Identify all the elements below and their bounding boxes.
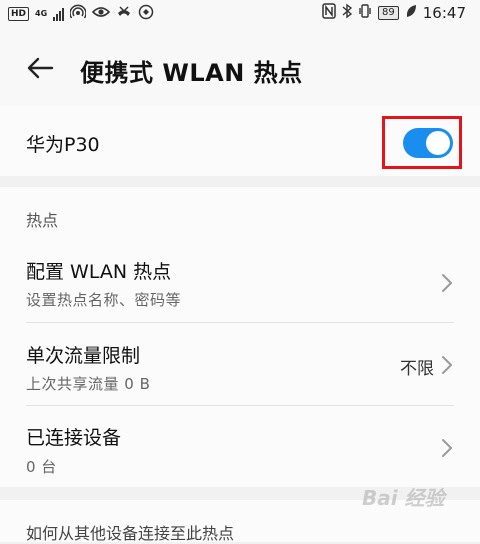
hotspot-toggle[interactable] (403, 128, 453, 158)
leaf-icon (405, 4, 417, 22)
how-to-connect-link[interactable]: 如何从其他设备连接至此热点 (26, 520, 234, 544)
back-arrow-icon[interactable] (26, 56, 54, 80)
status-bar-right: 89 16:47 (322, 3, 466, 23)
data-limit-value: 不限 (400, 359, 434, 379)
hd-badge: HD (8, 7, 30, 21)
clock: 16:47 (422, 4, 466, 22)
vpn-icon (138, 4, 154, 24)
list-item-title: 已连接设备 (26, 427, 122, 449)
nfc-icon (322, 3, 336, 23)
list-item-data-limit[interactable]: 单次流量限制 上次共享流量 0 B 不限 (0, 323, 480, 403)
status-bar: HD 4G 89 16:47 (0, 0, 480, 26)
bluetooth-icon (342, 3, 353, 23)
eye-icon (92, 5, 111, 23)
chevron-right-icon (442, 274, 452, 292)
list-item-connected-devices[interactable]: 已连接设备 0 台 (0, 406, 480, 486)
section-label: 热点 (26, 211, 59, 230)
list-item-subtitle: 上次共享流量 0 B (26, 375, 151, 393)
signal-icon (53, 7, 65, 21)
status-bar-left: HD 4G (8, 4, 154, 24)
list-item-subtitle: 设置热点名称、密码等 (26, 291, 182, 309)
hotspot-status-icon (69, 4, 87, 24)
page-title: 便携式 WLAN 热点 (80, 59, 303, 87)
list-item-title: 单次流量限制 (26, 345, 141, 367)
network-type: 4G (35, 9, 48, 18)
watermark-logo: Bai 经验 (362, 486, 445, 510)
list-item-title: 配置 WLAN 热点 (26, 261, 172, 283)
battery-icon: 89 (378, 6, 399, 20)
chevron-right-icon (442, 356, 452, 374)
list-item-configure-hotspot[interactable]: 配置 WLAN 热点 设置热点名称、密码等 (0, 237, 480, 317)
missed-call-icon (116, 4, 132, 24)
app-header: 便携式 WLAN 热点 (0, 26, 480, 106)
toggle-knob (426, 131, 450, 155)
hotspot-device-name: 华为P30 (26, 134, 100, 156)
list-item-subtitle: 0 台 (26, 458, 57, 476)
vibrate-icon (358, 3, 372, 23)
hotspot-settings-card: 热点 配置 WLAN 热点 设置热点名称、密码等 单次流量限制 上次共享流量 0… (0, 187, 480, 487)
chevron-right-icon (442, 439, 452, 457)
